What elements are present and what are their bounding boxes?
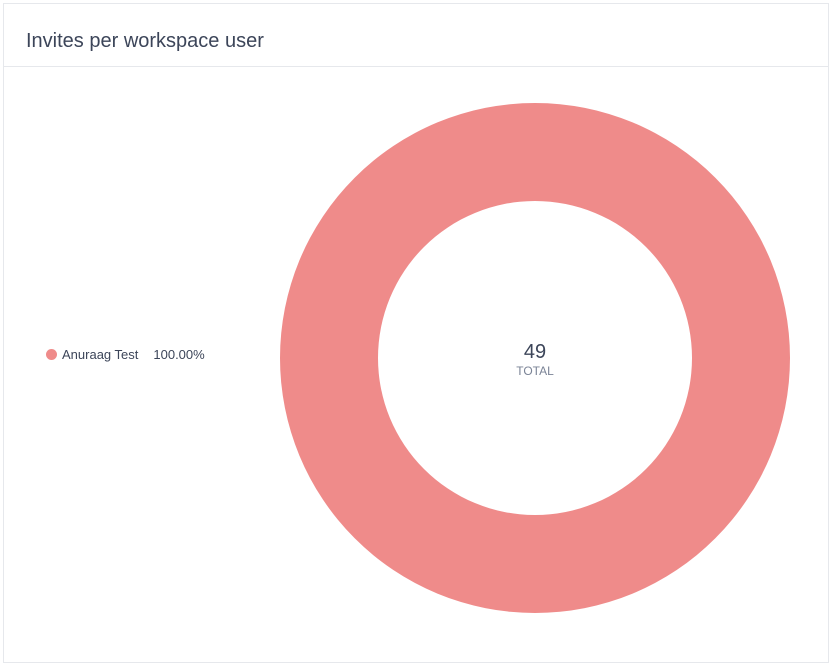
donut-chart: 49 TOTAL [280,103,790,613]
donut-total-value: 49 [524,341,546,363]
donut-total-label: TOTAL [516,364,554,378]
